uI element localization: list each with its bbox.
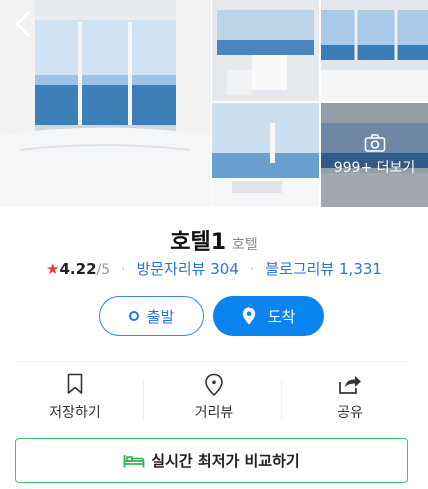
separator-dot: · [120,260,126,278]
room-photo-5[interactable]: 999+ 더보기 [321,103,428,207]
camera-icon [364,134,385,152]
compare-prices-button[interactable]: 실시간 최저가 비교하기 [15,438,408,483]
street-view-label: 거리뷰 [194,405,234,421]
street-view-button[interactable]: 거리뷰 [154,373,274,425]
visitor-reviews-link[interactable]: 방문자리뷰 304 [136,260,238,278]
save-label: 저장하기 [49,405,101,421]
action-separator [281,380,282,420]
hotel-name: 호텔1 [170,230,227,255]
rating-value: 4.22 [59,260,97,278]
star-icon: ★ [46,260,60,278]
rating-row: ★4.22/5 · 방문자리뷰 304 · 블로그리뷰 1,331 [0,258,428,279]
save-button[interactable]: 저장하기 [15,373,135,425]
location-pin-icon [242,307,255,325]
room-photo-2[interactable] [212,0,319,101]
separator-dot: · [249,260,255,278]
more-photos-overlay[interactable]: 999+ 더보기 [321,103,428,207]
more-photos-label: 999+ 더보기 [333,160,416,176]
hotel-title-row: 호텔1 호텔 [0,224,428,256]
arrival-button[interactable]: 도착 [213,296,324,336]
back-arrow-icon[interactable] [10,10,36,38]
rating-max: /5 [96,262,111,278]
departure-label: 출발 [146,307,175,326]
share-label: 공유 [337,405,363,421]
share-button[interactable]: 공유 [291,373,409,425]
bed-icon [123,454,145,467]
street-view-pin-icon [205,373,223,397]
share-icon [339,376,361,394]
bookmark-icon [67,373,83,394]
photo-gallery: 999+ 더보기 [0,0,428,207]
action-separator [143,380,144,420]
room-photo-3[interactable] [321,0,428,101]
compare-prices-label: 실시간 최저가 비교하기 [151,452,300,470]
origin-dot-icon [128,311,139,321]
departure-button[interactable]: 출발 [99,296,204,336]
room-photo-4[interactable] [212,103,319,207]
blog-reviews-link[interactable]: 블로그리뷰 1,331 [265,260,382,278]
divider [15,361,408,362]
arrival-label: 도착 [267,307,296,326]
hotel-category: 호텔 [232,237,258,253]
